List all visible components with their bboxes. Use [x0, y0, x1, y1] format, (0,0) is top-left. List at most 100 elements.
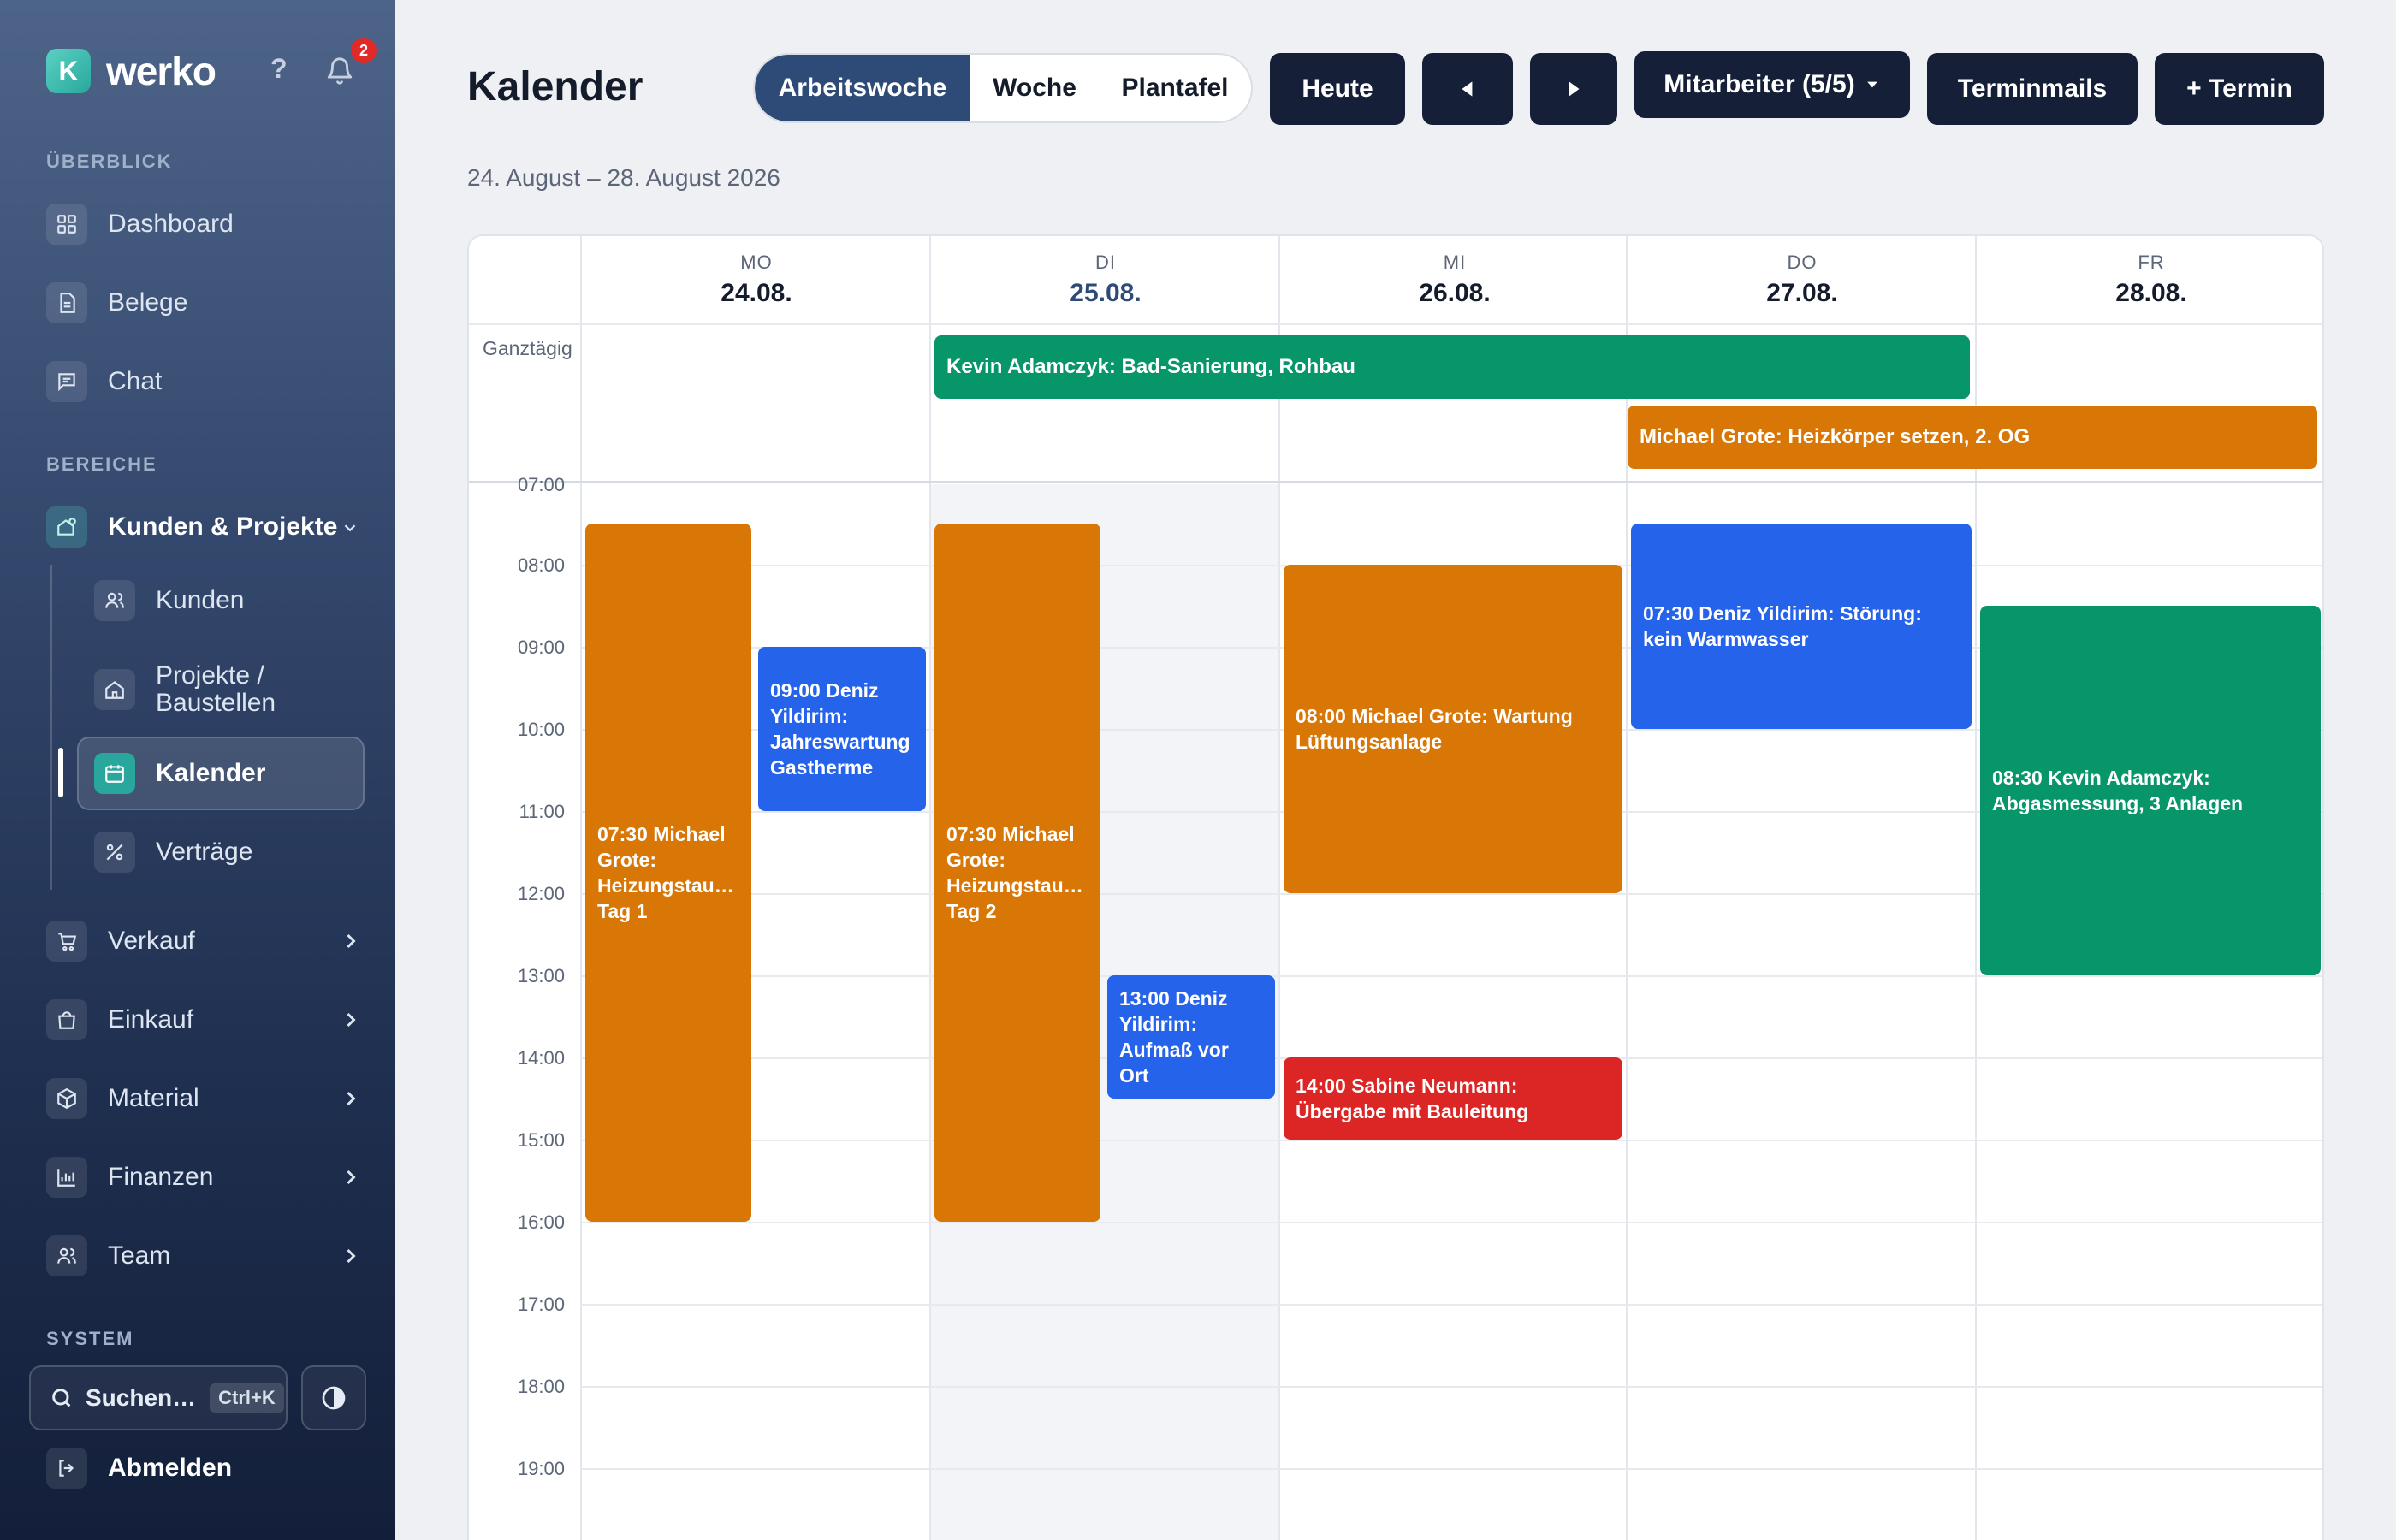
search-icon: [52, 1389, 71, 1407]
day-name: FR: [2138, 252, 2165, 273]
sidebar-item-kalender[interactable]: Kalender: [94, 753, 368, 794]
event-line: 14:00 Sabine Neumann:: [1296, 1075, 1518, 1097]
hour-line: [580, 975, 2322, 977]
help-icon[interactable]: ?: [270, 53, 288, 85]
view-tab-woche[interactable]: Woche: [970, 55, 1099, 121]
event-title: Kevin Adamczyk: Bad-Sanierung, Rohbau: [946, 355, 1355, 378]
sidebar-item-verkauf[interactable]: Verkauf: [46, 915, 363, 967]
calendar-event[interactable]: 07:30 Deniz Yildirim: Störung: kein Warm…: [1631, 524, 1972, 729]
sidebar-item-vertraege[interactable]: Verträge: [94, 832, 368, 873]
chart-icon: [46, 1157, 87, 1198]
hour-line: [580, 1468, 2322, 1470]
calendar-event[interactable]: 09:00 Deniz Yildirim: Jahreswartung Gast…: [758, 647, 926, 811]
sidebar-item-label: Verträge: [156, 838, 253, 866]
sidebar-item-einkauf[interactable]: Einkauf: [46, 994, 363, 1045]
hour-label: 19:00: [517, 1458, 565, 1479]
event-line: Grote:: [597, 849, 656, 871]
allday-event[interactable]: Kevin Adamczyk: Bad-Sanierung, Rohbau: [934, 335, 1970, 399]
users-icon: [94, 580, 135, 621]
app-name: werko: [106, 49, 216, 93]
hour-label: 16:00: [517, 1211, 565, 1233]
day-date: 25.08.: [1070, 279, 1142, 307]
hour-line: [580, 1222, 2322, 1223]
event-line: 09:00 Deniz: [770, 679, 879, 702]
chat-icon: [46, 361, 87, 402]
search-shortcut: Ctrl+K: [210, 1383, 284, 1413]
event-line: Tag 2: [946, 900, 997, 922]
document-icon: [46, 282, 87, 323]
calendar-event[interactable]: 08:30 Kevin Adamczyk: Abgasmessung, 3 An…: [1980, 606, 2321, 975]
hour-label: 14:00: [517, 1047, 565, 1069]
calendar-event[interactable]: 13:00 Deniz Yildirim: Aufmaß vor Ort: [1107, 975, 1275, 1099]
sidebar-item-label: Verkauf: [108, 927, 195, 955]
sidebar-item-belege[interactable]: Belege: [46, 277, 363, 329]
event-text: 13:00 Deniz Yildirim: Aufmaß vor Ort: [1119, 986, 1229, 1088]
hour-line: [580, 1386, 2322, 1388]
theme-toggle-button[interactable]: [301, 1365, 366, 1430]
sidebar-item-label: Team: [108, 1241, 171, 1270]
app-logo[interactable]: K werko: [46, 48, 216, 94]
view-tab-plantafel[interactable]: Plantafel: [1099, 55, 1251, 121]
event-line: Abgasmessung, 3 Anlagen: [1992, 792, 2244, 814]
term-mails-button[interactable]: Terminmails: [1927, 53, 2138, 125]
day-header-do[interactable]: DO 27.08.: [1628, 252, 1977, 308]
search-button[interactable]: Suchen… Ctrl+K: [29, 1365, 288, 1430]
previous-week-button[interactable]: [1422, 53, 1513, 125]
view-tab-arbeitswoche[interactable]: Arbeitswoche: [755, 55, 970, 121]
hour-line: [580, 1304, 2322, 1306]
calendar-event[interactable]: 07:30 Michael Grote: Heizungstau… Tag 1: [585, 524, 751, 1222]
logo-mark: K: [46, 49, 91, 93]
section-label-system: SYSTEM: [46, 1328, 134, 1349]
staff-filter-label: Mitarbeiter (5/5): [1664, 70, 1855, 98]
day-header-mo[interactable]: MO 24.08.: [582, 252, 931, 308]
search-label: Suchen…: [86, 1384, 197, 1411]
day-header-fr[interactable]: FR 28.08.: [1977, 252, 2322, 308]
sidebar-item-label: Kunden: [156, 586, 245, 614]
event-line: Grote:: [946, 849, 1005, 871]
day-name: MO: [740, 252, 773, 273]
calendar-event[interactable]: 14:00 Sabine Neumann: Übergabe mit Baule…: [1284, 1057, 1622, 1140]
new-event-button[interactable]: + Termin: [2155, 53, 2324, 125]
contrast-icon: [322, 1386, 346, 1410]
hour-label: 17:00: [517, 1294, 565, 1315]
event-line: Aufmaß vor: [1119, 1039, 1229, 1061]
sidebar-item-material[interactable]: Material: [46, 1073, 363, 1124]
calendar-event[interactable]: 07:30 Michael Grote: Heizungstau… Tag 2: [934, 524, 1100, 1222]
staff-filter-dropdown[interactable]: Mitarbeiter (5/5): [1634, 51, 1910, 118]
today-button[interactable]: Heute: [1270, 53, 1405, 125]
day-date: 26.08.: [1419, 279, 1491, 307]
contract-icon: [94, 832, 135, 873]
home-icon: [94, 669, 135, 710]
sidebar-item-kunden[interactable]: Kunden: [94, 580, 368, 621]
next-week-button[interactable]: [1530, 53, 1617, 125]
triangle-left-icon: [1462, 81, 1473, 97]
sidebar-item-team[interactable]: Team: [46, 1230, 363, 1282]
sidebar-item-label-line1: Projekte /: [156, 661, 264, 690]
day-header-di[interactable]: DI 25.08.: [931, 252, 1280, 308]
event-text: 14:00 Sabine Neumann: Übergabe mit Baule…: [1296, 1073, 1528, 1124]
chevron-right-icon: [347, 1091, 356, 1106]
calendar-event[interactable]: 08:00 Michael Grote: Wartung Lüftungsanl…: [1284, 565, 1622, 893]
chevron-right-icon: [347, 1012, 356, 1028]
event-title: Michael Grote: Heizkörper setzen, 2. OG: [1640, 425, 2031, 448]
bell-icon[interactable]: [325, 56, 354, 86]
sidebar-group-kunden-projekte[interactable]: Kunden & Projekte: [46, 501, 363, 553]
section-label-areas: BEREICHE: [46, 453, 157, 475]
submenu-guide-line: [50, 565, 52, 890]
allday-event[interactable]: Michael Grote: Heizkörper setzen, 2. OG: [1628, 406, 2317, 469]
sidebar-item-chat[interactable]: Chat: [46, 356, 363, 407]
grid-icon: [46, 204, 87, 245]
event-line: 13:00 Deniz: [1119, 987, 1228, 1010]
hour-label: 09:00: [517, 637, 565, 658]
sidebar-item-projekte-baustellen[interactable]: Projekte / Baustellen: [94, 662, 368, 717]
hour-label: 12:00: [517, 883, 565, 904]
event-line: Übergabe mit Bauleitung: [1296, 1100, 1529, 1122]
sidebar-item-finanzen[interactable]: Finanzen: [46, 1152, 363, 1203]
sidebar-item-dashboard[interactable]: Dashboard: [46, 198, 363, 250]
sidebar-item-label: Belege: [108, 288, 188, 317]
event-line: Lüftungsanlage: [1296, 731, 1443, 753]
day-header-mi[interactable]: MI 26.08.: [1280, 252, 1629, 308]
logout-button[interactable]: Abmelden: [46, 1442, 363, 1494]
event-line: Yildirim:: [770, 705, 849, 727]
event-line: 07:30 Michael: [946, 823, 1075, 845]
